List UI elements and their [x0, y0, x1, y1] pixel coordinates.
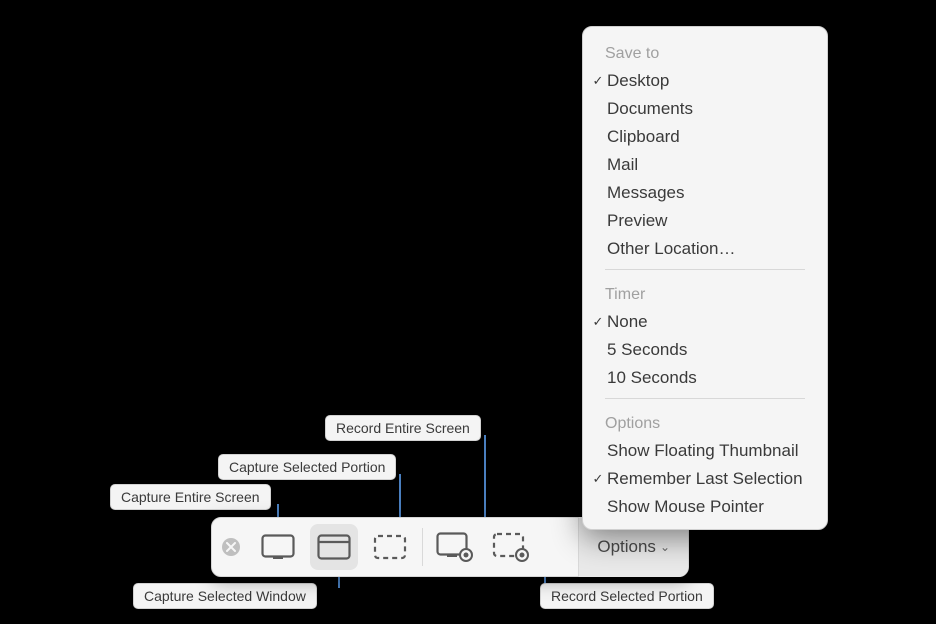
menu-item-show-pointer[interactable]: Show Mouse Pointer: [583, 493, 827, 521]
menu-section-save-to: Save to: [583, 35, 827, 67]
menu-item-label: Show Floating Thumbnail: [607, 441, 799, 461]
label-record-entire-screen: Record Entire Screen: [325, 415, 481, 441]
window-icon: [317, 534, 351, 560]
menu-item-label: Remember Last Selection: [607, 469, 803, 489]
menu-item-label: Other Location…: [607, 239, 736, 259]
menu-item-10s[interactable]: 10 Seconds: [583, 364, 827, 392]
menu-item-label: 10 Seconds: [607, 368, 697, 388]
chevron-down-icon: ⌄: [660, 540, 670, 554]
selection-icon: [373, 534, 407, 560]
menu-item-label: Mail: [607, 155, 638, 175]
menu-item-label: Show Mouse Pointer: [607, 497, 764, 517]
label-capture-selected-portion: Capture Selected Portion: [218, 454, 396, 480]
close-icon: [226, 542, 236, 552]
menu-item-messages[interactable]: Messages: [583, 179, 827, 207]
menu-section-timer: Timer: [583, 276, 827, 308]
record-selection-icon: [492, 532, 530, 562]
menu-item-mail[interactable]: Mail: [583, 151, 827, 179]
leader-line: [484, 435, 486, 527]
menu-item-label: Documents: [607, 99, 693, 119]
menu-item-label: Desktop: [607, 71, 669, 91]
menu-item-floating-thumbnail[interactable]: Show Floating Thumbnail: [583, 437, 827, 465]
menu-item-documents[interactable]: Documents: [583, 95, 827, 123]
menu-item-desktop[interactable]: ✓Desktop: [583, 67, 827, 95]
capture-selected-portion-button[interactable]: [366, 524, 414, 570]
check-icon: ✓: [591, 471, 605, 487]
menu-item-other-location[interactable]: Other Location…: [583, 235, 827, 263]
options-menu: Save to ✓Desktop Documents Clipboard Mai…: [582, 26, 828, 530]
menu-divider: [605, 269, 805, 270]
menu-item-remember-selection[interactable]: ✓Remember Last Selection: [583, 465, 827, 493]
menu-divider: [605, 398, 805, 399]
menu-item-preview[interactable]: Preview: [583, 207, 827, 235]
menu-item-label: None: [607, 312, 648, 332]
capture-entire-screen-button[interactable]: [254, 524, 302, 570]
record-screen-icon: [436, 532, 474, 562]
toolbar-divider: [422, 528, 423, 566]
record-selected-portion-button[interactable]: [487, 524, 535, 570]
options-button-label: Options: [597, 537, 656, 557]
menu-item-label: Messages: [607, 183, 684, 203]
menu-section-options: Options: [583, 405, 827, 437]
close-button[interactable]: [222, 538, 240, 556]
label-record-selected-portion: Record Selected Portion: [540, 583, 714, 609]
check-icon: ✓: [591, 314, 605, 330]
record-entire-screen-button[interactable]: [431, 524, 479, 570]
menu-item-label: Clipboard: [607, 127, 680, 147]
label-capture-entire-screen: Capture Entire Screen: [110, 484, 271, 510]
menu-item-label: Preview: [607, 211, 667, 231]
capture-selected-window-button[interactable]: [310, 524, 358, 570]
check-icon: ✓: [591, 73, 605, 89]
menu-item-label: 5 Seconds: [607, 340, 687, 360]
menu-item-5s[interactable]: 5 Seconds: [583, 336, 827, 364]
screen-icon: [261, 534, 295, 560]
label-capture-selected-window: Capture Selected Window: [133, 583, 317, 609]
menu-item-none[interactable]: ✓None: [583, 308, 827, 336]
menu-item-clipboard[interactable]: Clipboard: [583, 123, 827, 151]
